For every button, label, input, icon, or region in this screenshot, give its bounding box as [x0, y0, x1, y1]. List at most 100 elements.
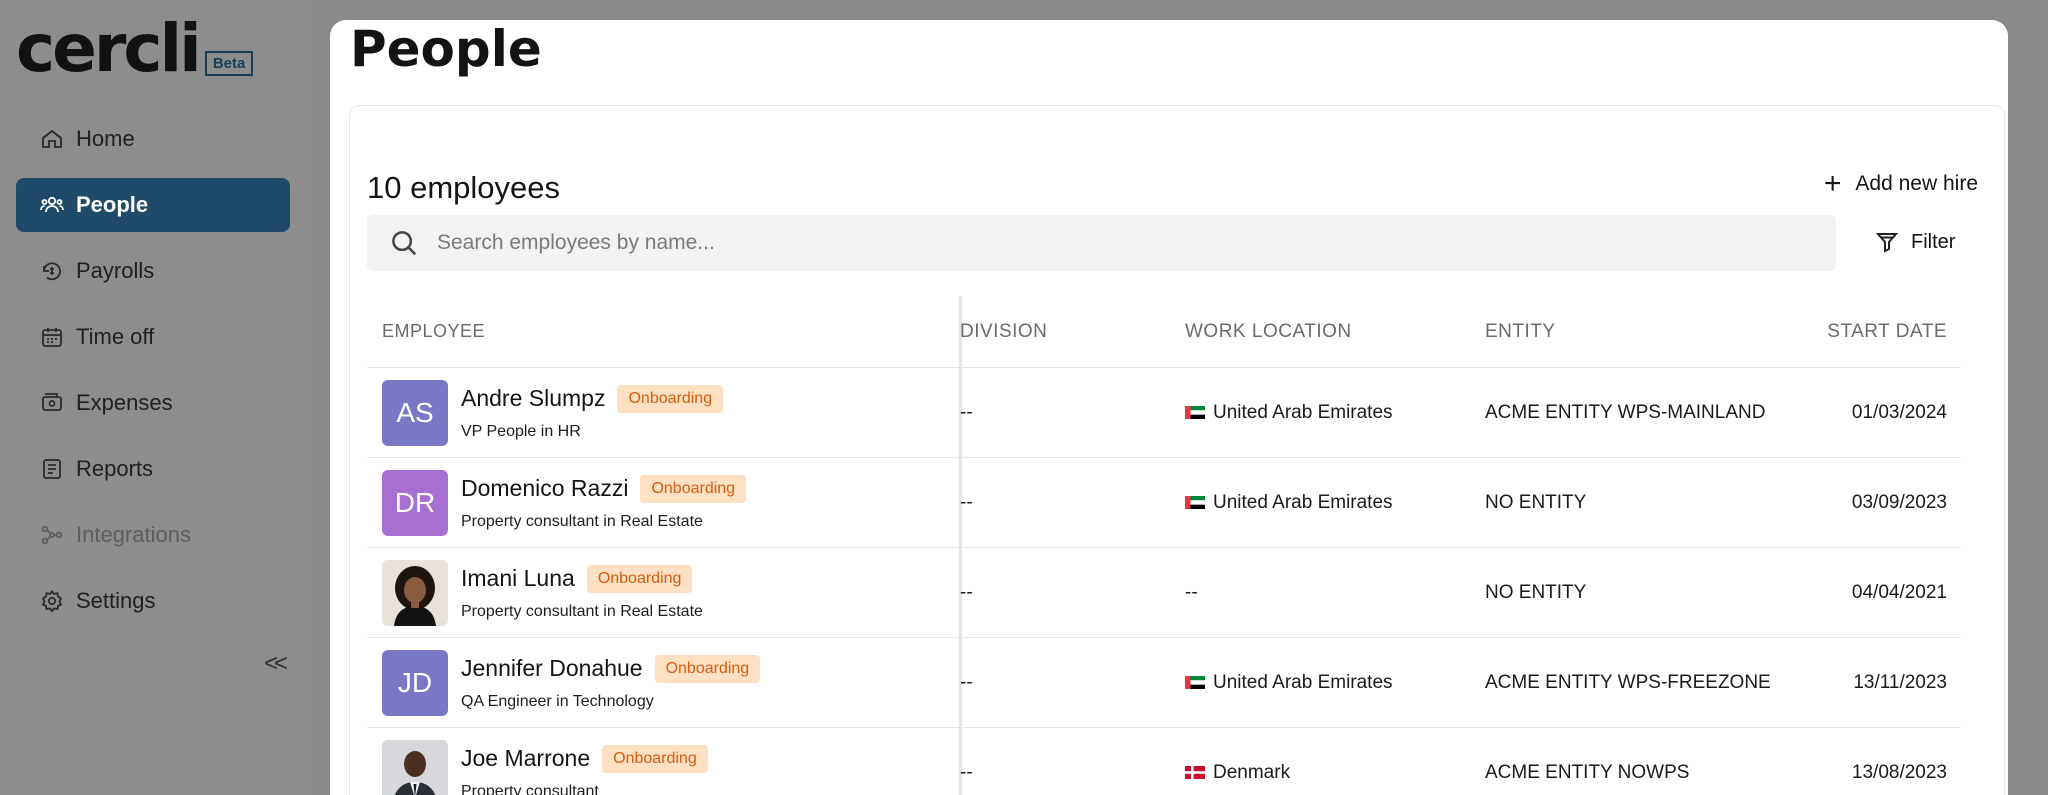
calendar-icon — [42, 328, 62, 347]
gear-icon — [41, 590, 63, 613]
sidebar-item-label: Time off — [76, 324, 155, 349]
person-photo-icon — [382, 739, 448, 795]
location-cell: Denmark — [1185, 762, 1485, 784]
location-cell: United Arab Emirates — [1185, 672, 1485, 694]
location-text: United Arab Emirates — [1213, 671, 1393, 693]
location-text: United Arab Emirates — [1213, 401, 1393, 423]
home-icon — [42, 129, 62, 148]
cercli-logo[interactable]: cercli Beta — [16, 10, 254, 87]
integrations-icon — [41, 525, 63, 545]
denmark-flag-icon — [1185, 766, 1205, 779]
table-header: EMPLOYEE DIVISION WORK LOCATION ENTITY S… — [367, 296, 1961, 368]
beta-badge: Beta — [204, 51, 254, 76]
uae-flag-icon — [1185, 406, 1205, 419]
plus-icon: + — [1823, 167, 1842, 200]
uae-flag-icon — [1185, 676, 1205, 689]
avatar: AS — [382, 379, 448, 446]
employee-role: VP People in HR — [461, 422, 581, 440]
entity-cell: NO ENTITY — [1485, 581, 1587, 603]
avatar-initials: JD — [397, 666, 433, 698]
sidebar-item-reports[interactable]: Reports — [16, 442, 290, 496]
avatar-photo — [382, 739, 448, 795]
sidebar-item-payrolls[interactable]: Payrolls — [16, 244, 290, 298]
start-date-cell: 13/08/2023 — [1851, 761, 1947, 783]
sidebar-item-expenses[interactable]: Expenses — [16, 376, 290, 430]
sidebar-item-label: Integrations — [76, 522, 191, 547]
location-cell: United Arab Emirates — [1185, 402, 1485, 424]
sidebar-item-label: People — [76, 192, 149, 217]
employee-cell: Joe Marrone Onboarding Property consulta… — [367, 728, 960, 795]
employee-cell: AS Andre Slumpz Onboarding VP People in … — [367, 368, 960, 457]
employee-info: Jennifer Donahue Onboarding QA Engineer … — [461, 654, 761, 711]
avatar: JD — [382, 649, 448, 716]
division-cell: -- — [960, 401, 973, 423]
employee-name[interactable]: Domenico Razzi — [461, 475, 628, 502]
table-row[interactable]: Imani Luna Onboarding Property consultan… — [367, 548, 1961, 638]
header-work-location[interactable]: WORK LOCATION — [1185, 321, 1485, 343]
entity-cell: ACME ENTITY NOWPS — [1485, 761, 1690, 783]
employee-cell: DR Domenico Razzi Onboarding Property co… — [367, 458, 960, 547]
header-entity[interactable]: ENTITY — [1485, 321, 1805, 343]
employee-info: Domenico Razzi Onboarding Property consu… — [461, 474, 747, 531]
status-badge: Onboarding — [586, 564, 693, 593]
employee-cell: JD Jennifer Donahue Onboarding QA Engine… — [367, 638, 960, 727]
location-text: United Arab Emirates — [1213, 491, 1393, 513]
name-line: Domenico Razzi Onboarding — [461, 474, 747, 503]
location-text: Denmark — [1213, 761, 1291, 783]
employee-count: 10 employees — [367, 170, 561, 205]
search-input[interactable] — [437, 231, 1787, 255]
person-photo-icon — [382, 559, 448, 626]
employee-role: Property consultant in Real Estate — [461, 602, 703, 620]
employee-role: Property consultant in Real Estate — [461, 512, 703, 530]
name-line: Andre Slumpz Onboarding — [461, 384, 724, 413]
sidebar-item-people[interactable]: People — [16, 178, 290, 232]
sidebar-item-time-off[interactable]: Time off — [16, 310, 290, 364]
division-cell: -- — [960, 581, 973, 603]
filter-button[interactable]: Filter — [1875, 230, 1955, 254]
status-badge: Onboarding — [654, 654, 761, 683]
status-badge: Onboarding — [602, 744, 708, 773]
avatar-photo — [382, 559, 448, 626]
employee-name[interactable]: Andre Slumpz — [461, 385, 605, 412]
location-cell: United Arab Emirates — [1185, 492, 1485, 514]
sidebar-item-settings[interactable]: Settings — [16, 574, 290, 628]
sidebar-item-label: Settings — [76, 588, 156, 613]
employees-table: EMPLOYEE DIVISION WORK LOCATION ENTITY S… — [367, 296, 1961, 795]
uae-flag-icon — [1185, 496, 1205, 509]
header-start-date[interactable]: START DATE — [1805, 321, 1961, 343]
table-row[interactable]: JD Jennifer Donahue Onboarding QA Engine… — [367, 638, 1961, 728]
table-row[interactable]: Joe Marrone Onboarding Property consulta… — [367, 728, 1961, 795]
header-division[interactable]: DIVISION — [960, 321, 1185, 343]
location-text: -- — [1185, 581, 1198, 603]
wallet-icon — [42, 393, 62, 411]
employee-name[interactable]: Imani Luna — [461, 565, 575, 592]
employee-name[interactable]: Jennifer Donahue — [461, 655, 643, 682]
people-panel: People 10 employees + Add new hire Filte… — [330, 20, 2008, 795]
division-cell: -- — [960, 761, 973, 783]
table-row[interactable]: AS Andre Slumpz Onboarding VP People in … — [367, 368, 1961, 458]
employee-info: Imani Luna Onboarding Property consultan… — [461, 564, 703, 621]
filter-icon — [1875, 233, 1899, 253]
report-icon — [43, 459, 61, 479]
status-badge: Onboarding — [617, 384, 724, 413]
start-date-cell: 04/04/2021 — [1851, 581, 1947, 603]
header-employee[interactable]: EMPLOYEE — [367, 296, 960, 367]
division-cell: -- — [960, 671, 973, 693]
logo-text: cercli — [16, 10, 202, 87]
employee-name[interactable]: Joe Marrone — [461, 745, 590, 772]
sidebar-item-integrations[interactable]: Integrations — [16, 508, 290, 562]
avatar-initials: DR — [394, 486, 436, 518]
entity-cell: ACME ENTITY WPS-MAINLAND — [1485, 401, 1766, 423]
search-icon — [392, 231, 417, 256]
sidebar-item-label: Expenses — [76, 390, 173, 415]
sidebar-item-home[interactable]: Home — [16, 112, 290, 166]
employee-info: Andre Slumpz Onboarding VP People in HR — [461, 384, 724, 441]
collapse-sidebar-icon[interactable]: << — [264, 650, 288, 678]
table-row[interactable]: DR Domenico Razzi Onboarding Property co… — [367, 458, 1961, 548]
status-badge: Onboarding — [640, 474, 747, 503]
start-date-cell: 03/09/2023 — [1851, 491, 1947, 513]
add-new-hire-button[interactable]: + Add new hire — [1823, 167, 1978, 200]
add-new-hire-label: Add new hire — [1855, 172, 1978, 195]
people-icon — [40, 196, 64, 213]
start-date-cell: 13/11/2023 — [1853, 671, 1947, 693]
